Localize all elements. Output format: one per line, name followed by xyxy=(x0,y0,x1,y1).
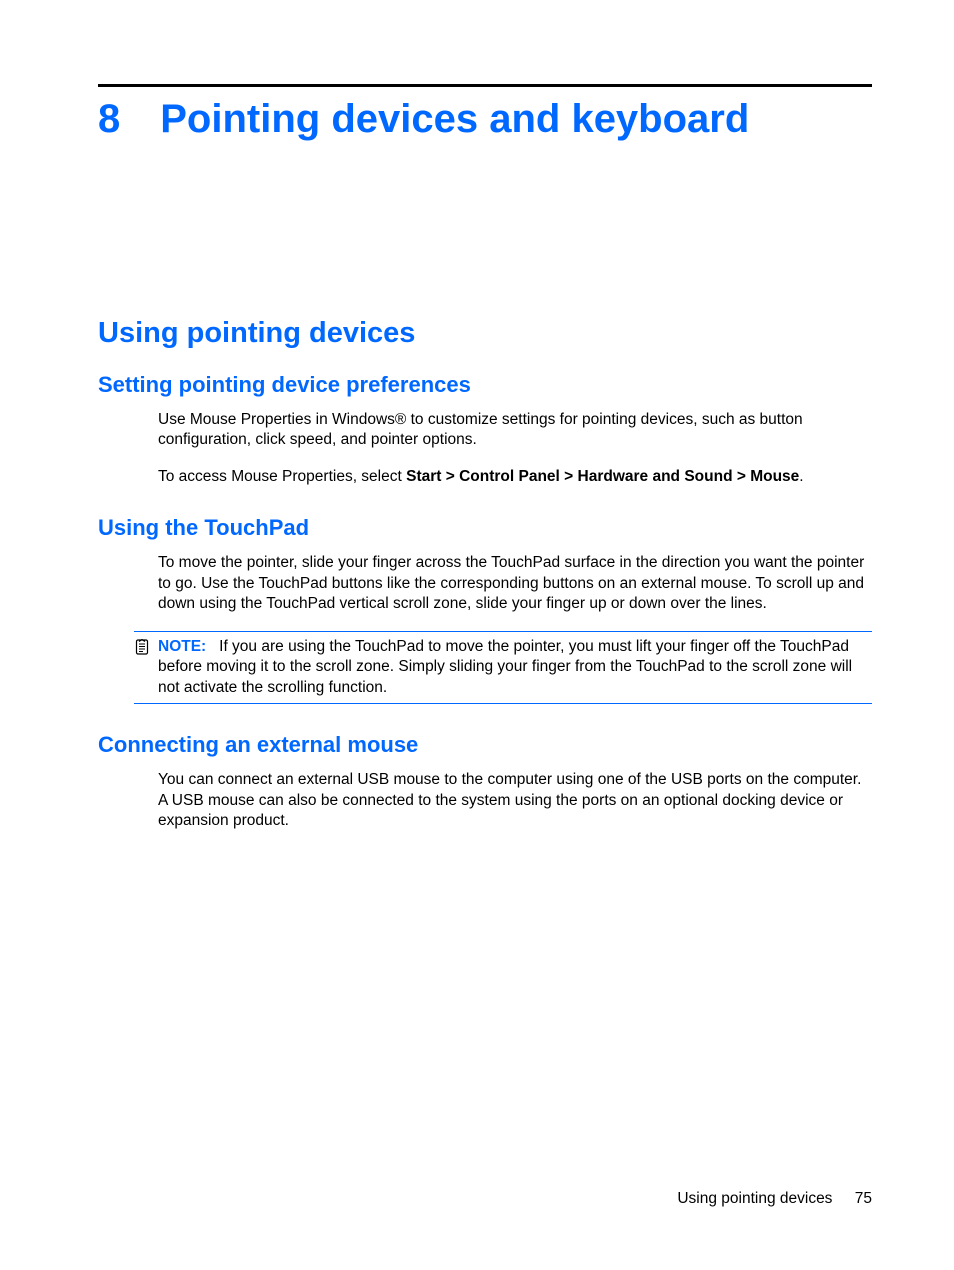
chapter-title: Pointing devices and keyboard xyxy=(160,97,749,142)
note-label: NOTE: xyxy=(158,638,206,655)
document-page: 8 Pointing devices and keyboard Using po… xyxy=(0,0,954,831)
body-paragraph: To move the pointer, slide your finger a… xyxy=(158,553,872,614)
subsection-heading-touchpad: Using the TouchPad xyxy=(98,515,872,541)
paragraph-text: To move the pointer, slide your finger a… xyxy=(158,553,872,614)
subsection-heading-external-mouse: Connecting an external mouse xyxy=(98,732,872,758)
note-icon xyxy=(134,639,154,660)
footer-section-name: Using pointing devices xyxy=(677,1190,832,1207)
note-body: If you are using the TouchPad to move th… xyxy=(158,638,852,696)
text-run-bold: Start > Control Panel > Hardware and Sou… xyxy=(406,468,799,485)
body-paragraph: You can connect an external USB mouse to… xyxy=(158,770,872,831)
chapter-heading: 8 Pointing devices and keyboard xyxy=(98,97,872,142)
subsection-heading-preferences: Setting pointing device preferences xyxy=(98,372,872,398)
body-paragraph: Use Mouse Properties in Windows® to cust… xyxy=(158,410,872,451)
note-callout: NOTE: If you are using the TouchPad to m… xyxy=(134,631,872,704)
text-run: To access Mouse Properties, select xyxy=(158,468,406,485)
paragraph-text: To access Mouse Properties, select Start… xyxy=(158,467,872,487)
paragraph-text: You can connect an external USB mouse to… xyxy=(158,770,872,831)
text-run: . xyxy=(799,468,803,485)
body-paragraph: To access Mouse Properties, select Start… xyxy=(158,467,872,487)
footer-page-number: 75 xyxy=(855,1190,872,1207)
chapter-number: 8 xyxy=(98,97,120,142)
note-text: NOTE: If you are using the TouchPad to m… xyxy=(158,637,872,698)
paragraph-text: Use Mouse Properties in Windows® to cust… xyxy=(158,410,872,451)
page-footer: Using pointing devices 75 xyxy=(677,1190,872,1208)
section-heading: Using pointing devices xyxy=(98,317,872,350)
chapter-rule xyxy=(98,84,872,87)
